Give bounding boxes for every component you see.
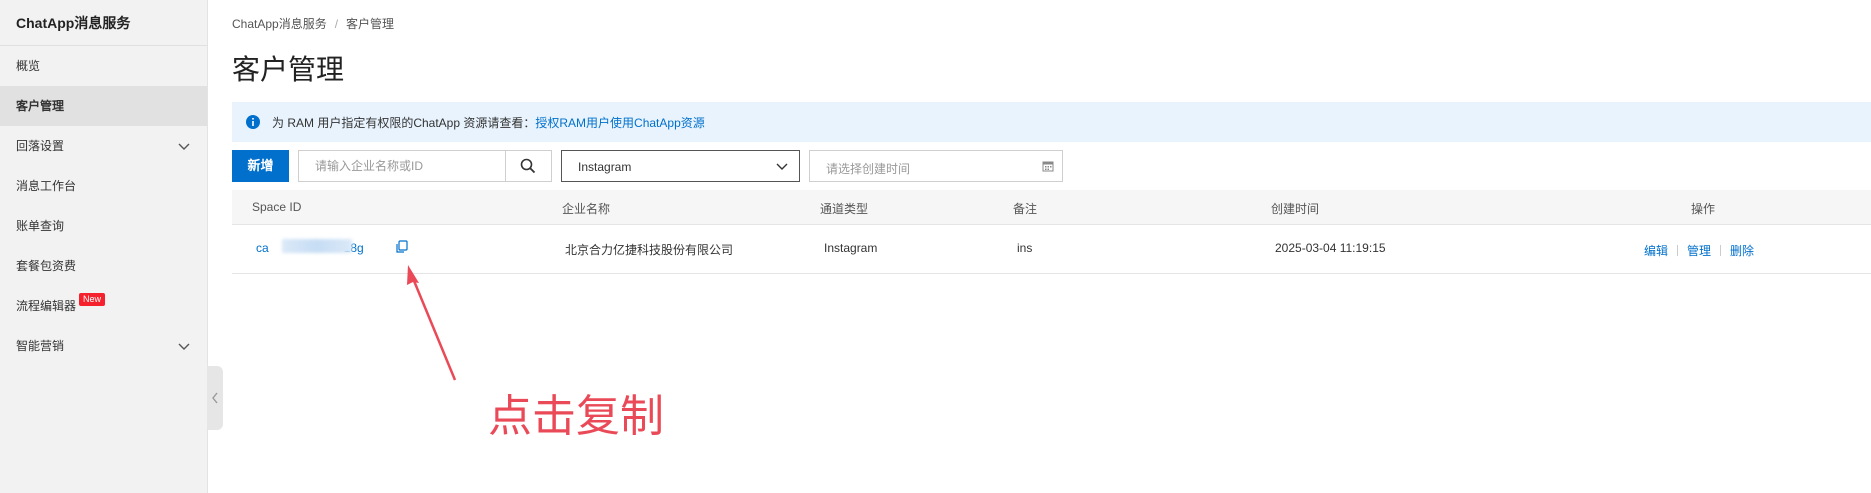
- annotation-label: 点击复制: [488, 391, 664, 442]
- annotation-arrow-icon: [407, 265, 457, 381]
